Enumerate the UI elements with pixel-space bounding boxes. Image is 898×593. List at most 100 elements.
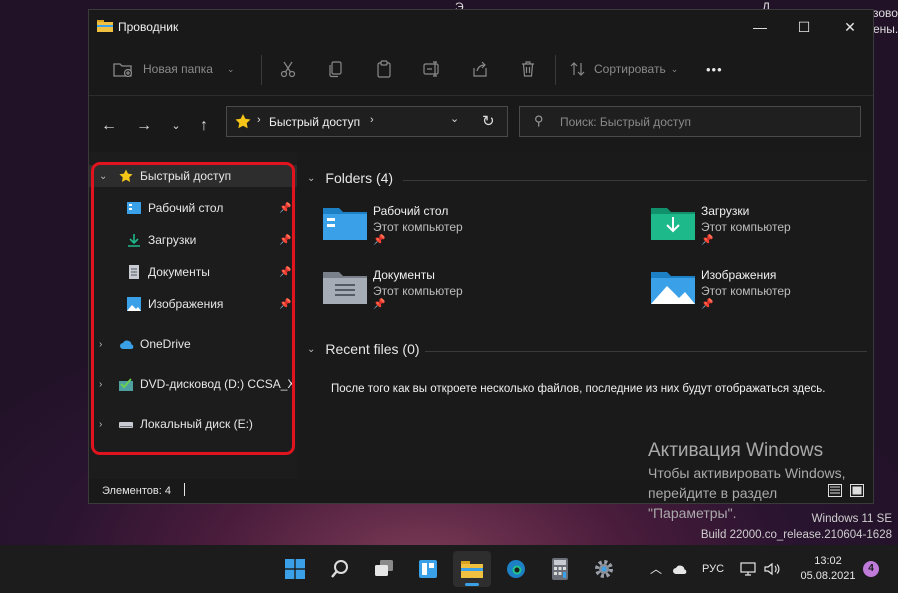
rename-button[interactable] [423,56,441,82]
pin-icon: 📌 [701,299,714,310]
sort-button[interactable]: Сортировать ⌄ [569,56,678,82]
folder-tile-downloads[interactable]: Загрузки Этот компьютер 📌 [651,204,871,254]
chevron-down-icon: ⌄ [226,63,235,74]
folder-tile-desktop[interactable]: Рабочий стол Этот компьютер 📌 [323,204,543,254]
recent-section-header[interactable]: ⌄ Recent files (0) [307,341,420,357]
section-divider [425,351,867,352]
sort-label: Сортировать [594,62,666,76]
maximize-button[interactable]: ☐ [781,14,827,40]
pin-icon: 📌 [701,235,714,246]
sidebar-item-label: OneDrive [140,337,191,351]
large-icons-view-icon[interactable] [850,484,864,497]
breadcrumb-chevron-icon: › [257,114,261,126]
address-history-chevron-icon[interactable]: ⌄ [450,112,459,125]
search-icon [331,560,348,578]
clock-time: 13:02 [814,555,842,567]
copy-button[interactable] [327,56,345,82]
notification-badge[interactable]: 4 [863,561,879,577]
recent-locations-chevron-icon[interactable]: ⌄ [164,114,188,138]
input-language[interactable]: РУС [702,563,724,575]
up-arrow-icon[interactable]: ↑ [192,114,216,138]
search-taskbar-button[interactable] [321,551,359,587]
sidebar-item-downloads[interactable]: Загрузки 📌 [89,229,297,251]
file-explorer-taskbar-button[interactable] [453,551,491,587]
address-bar[interactable]: › Быстрый доступ › ⌄ ↻ [226,106,508,137]
build-text: Build 22000.co_release.210604-1628 [700,529,892,541]
task-view-button[interactable] [365,551,403,587]
build-watermark: Windows 11 SE Build 22000.co_release.210… [701,511,892,543]
sidebar-item-label: Изображения [148,297,224,311]
folders-section-header[interactable]: ⌄ Folders (4) [307,170,393,186]
new-folder-button[interactable]: Новая папка ⌄ [113,56,235,82]
search-placeholder: Поиск: Быстрый доступ [560,115,692,129]
star-icon [235,114,251,129]
folder-name: Загрузки [701,204,750,218]
gear-icon [595,560,613,578]
volume-icon[interactable] [764,562,780,576]
widgets-button[interactable] [409,551,447,587]
more-options-button[interactable]: ••• [706,56,723,82]
sidebar-item-dvd-drive[interactable]: › DVD-дисковод (D:) CCSA_X64 [89,373,297,395]
navigation-bar: ← → ⌄ ↑ › Быстрый доступ › ⌄ ↻ ⚲ Поиск: … [89,95,873,153]
sidebar-item-label: Локальный диск (E:) [140,417,253,431]
minimize-button[interactable]: — [737,14,783,40]
folder-name: Рабочий стол [373,204,449,218]
network-icon[interactable] [740,562,756,576]
address-breadcrumb[interactable]: Быстрый доступ [269,115,360,129]
chevron-down-icon: ⌄ [307,172,316,184]
edge-button[interactable] [497,551,535,587]
sidebar-item-documents[interactable]: Документы 📌 [89,261,297,283]
cut-button[interactable] [279,56,297,82]
chevron-down-icon: ⌄ [670,63,679,74]
sidebar-item-desktop[interactable]: Рабочий стол 📌 [89,197,297,219]
calculator-button[interactable] [541,551,579,587]
cloud-icon [120,340,134,349]
folder-tile-images[interactable]: Изображения Этот компьютер 📌 [651,268,871,318]
scissors-icon [280,61,296,78]
hard-drive-icon [119,422,133,428]
clock[interactable]: 13:02 05.08.2021 [796,554,860,584]
paste-button[interactable] [375,56,393,82]
chevron-right-icon[interactable]: › [99,379,102,390]
folder-tile-documents[interactable]: Документы Этот компьютер 📌 [323,268,543,318]
folders-section-title: Folders (4) [325,170,394,186]
folder-location: Этот компьютер [373,220,463,234]
share-button[interactable] [471,56,489,82]
delete-button[interactable] [519,56,537,82]
chevron-right-icon[interactable]: › [99,339,102,350]
chevron-right-icon[interactable]: › [99,419,102,430]
windows-logo-icon [285,559,305,579]
refresh-icon[interactable]: ↻ [482,112,495,130]
desktop-icon [127,202,141,214]
chevron-down-icon[interactable]: ⌄ [99,171,107,182]
sidebar-item-onedrive[interactable]: › OneDrive [89,333,297,355]
breadcrumb-chevron-icon[interactable]: › [370,114,374,126]
section-divider [403,180,867,181]
copy-icon [329,61,342,78]
sidebar-item-quick-access[interactable]: ⌄ Быстрый доступ [89,165,297,187]
clock-date: 05.08.2021 [800,570,856,582]
show-hidden-icons-chevron-icon[interactable]: ︿ [650,560,662,577]
sidebar-item-label: Загрузки [148,233,197,247]
folder-icon [97,20,113,32]
documents-icon [129,265,139,279]
close-button[interactable]: ✕ [827,14,873,40]
window-title: Проводник [118,20,179,34]
toolbar-divider [555,55,556,85]
back-arrow-icon[interactable]: ← [97,114,121,138]
clipboard-icon [377,60,391,78]
pin-icon: 📌 [279,202,292,214]
sidebar-item-local-disk[interactable]: › Локальный диск (E:) [89,413,297,435]
forward-arrow-icon[interactable]: → [132,114,156,138]
new-folder-label: Новая папка [143,62,213,76]
taskbar: ︿ РУС 13:02 05.08.2021 4 [0,545,898,593]
onedrive-tray-icon[interactable] [672,564,688,575]
title-bar[interactable]: Проводник — ☐ ✕ [89,10,873,43]
status-divider [184,483,185,496]
recent-empty-message: После того как вы откроете несколько фай… [331,383,826,395]
settings-button[interactable] [585,551,623,587]
activation-line: перейдите в раздел [648,485,778,501]
search-box[interactable]: ⚲ Поиск: Быстрый доступ [519,106,861,137]
sidebar-item-images[interactable]: Изображения 📌 [89,293,297,315]
start-button[interactable] [276,551,314,587]
